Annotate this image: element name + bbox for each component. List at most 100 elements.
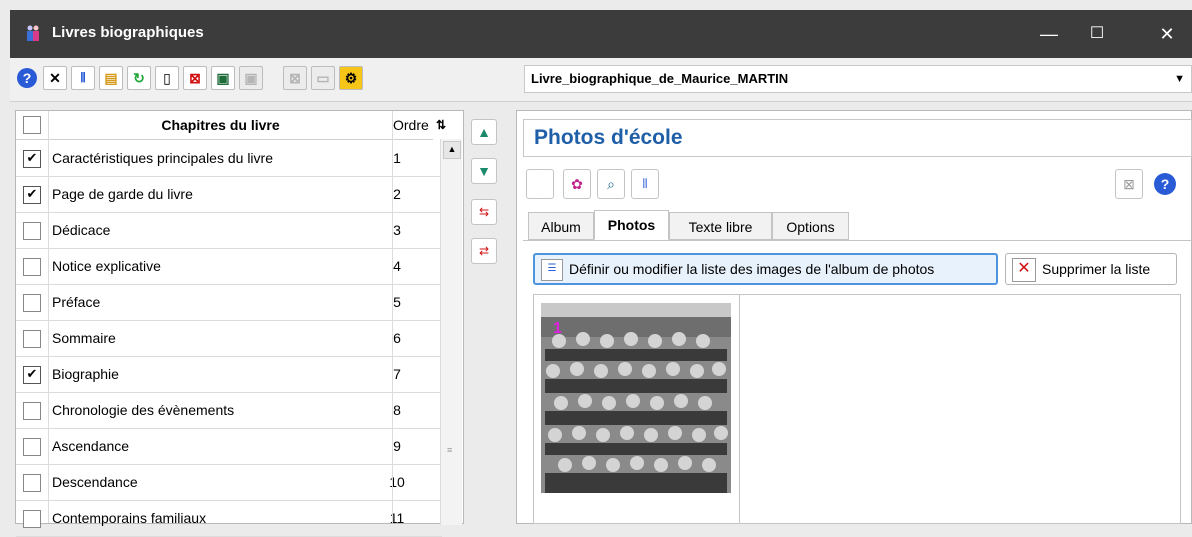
chapter-label: Caractéristiques principales du livre: [52, 150, 273, 166]
table-row[interactable]: Préface 5: [16, 284, 442, 321]
tab-options[interactable]: Options: [772, 212, 849, 240]
chapter-label: Notice explicative: [52, 258, 161, 274]
open-folder-icon[interactable]: ▤: [99, 66, 123, 90]
table-row[interactable]: Dédicace 3: [16, 212, 442, 249]
chapter-label: Dédicace: [52, 222, 111, 238]
minimize-button[interactable]: —: [1026, 10, 1072, 58]
chapter-checkbox[interactable]: [23, 330, 41, 348]
tab-strip-line: [523, 240, 1192, 241]
toolbar: ? ✕ ⫼ ▤ ↻ ▯ ⊠ ▣ ▣ ⊠ ▭ ⚙ Livre_biographiq…: [10, 58, 1192, 102]
save-disabled-icon: ▣: [239, 66, 263, 90]
help-icon[interactable]: ?: [15, 66, 39, 90]
chapter-order: 8: [393, 402, 401, 418]
define-album-label: Définir ou modifier la liste des images …: [569, 261, 935, 277]
scrollbar[interactable]: ▲ ≡: [440, 139, 462, 525]
delete-list-icon: ✕: [1012, 258, 1036, 282]
chapter-label: Sommaire: [52, 330, 116, 346]
scroll-up-arrow[interactable]: ▲: [443, 141, 461, 159]
header-checkbox-cell: [16, 111, 49, 140]
close-button[interactable]: ✕: [1144, 10, 1190, 58]
window-title: Livres biographiques: [52, 24, 204, 41]
delete-list-label: Supprimer la liste: [1042, 261, 1151, 277]
chapter-order: 1: [393, 150, 401, 166]
scroll-grip-icon[interactable]: ≡: [447, 445, 455, 457]
save-icon[interactable]: ▣: [211, 66, 235, 90]
gear-icon[interactable]: ⚙: [339, 66, 363, 90]
table-row[interactable]: ✔ Caractéristiques principales du livre 1: [16, 140, 442, 177]
table-row[interactable]: Sommaire 6: [16, 320, 442, 357]
tab-texte-libre[interactable]: Texte libre: [669, 212, 772, 240]
panel-title: Photos d'école: [523, 119, 1192, 157]
table-row[interactable]: Contemporains familiaux 11: [16, 500, 442, 537]
blank-button[interactable]: [526, 169, 554, 199]
chapter-label: Préface: [52, 294, 101, 310]
chapter-checkbox[interactable]: ✔: [23, 186, 41, 204]
chapter-label: Chronologie des évènements: [52, 402, 235, 418]
move-up-button[interactable]: ▲: [471, 119, 497, 145]
chapter-order: 10: [389, 474, 405, 490]
preview-icon[interactable]: ⌕: [597, 169, 625, 199]
table-row[interactable]: Ascendance 9: [16, 428, 442, 465]
tab-album[interactable]: Album: [528, 212, 594, 240]
chapter-order: 6: [393, 330, 401, 346]
insert-before-button[interactable]: ⇄: [471, 238, 497, 264]
move-down-button[interactable]: ▼: [471, 158, 497, 184]
table-row[interactable]: Chronologie des évènements 8: [16, 392, 442, 429]
tools-icon[interactable]: ✕: [43, 66, 67, 90]
new-page-icon[interactable]: ▯: [155, 66, 179, 90]
chapter-checkbox[interactable]: ✔: [23, 366, 41, 384]
chapter-order: 4: [393, 258, 401, 274]
chapter-label: Descendance: [52, 474, 138, 490]
settings-sliders-icon[interactable]: ⫼: [71, 66, 95, 90]
photo-number: 1: [553, 320, 562, 337]
list-icon: ☰: [541, 259, 563, 281]
chapter-checkbox[interactable]: [23, 294, 41, 312]
chapter-checkbox[interactable]: [23, 510, 41, 528]
close-disabled-icon: ⊠: [1115, 169, 1143, 199]
help-icon[interactable]: ?: [1151, 169, 1179, 199]
app-people-icon: [27, 25, 39, 41]
delete-icon[interactable]: ⊠: [183, 66, 207, 90]
school-class-photo[interactable]: 1: [541, 303, 731, 493]
table-row[interactable]: Notice explicative 4: [16, 248, 442, 285]
chapter-checkbox[interactable]: [23, 258, 41, 276]
column-divider: [392, 111, 393, 523]
book-select[interactable]: Livre_biographique_de_Maurice_MARTIN ▼: [524, 65, 1192, 93]
column-header-order[interactable]: Ordre: [393, 111, 433, 140]
select-all-checkbox[interactable]: [23, 116, 41, 134]
chapter-label: Page de garde du livre: [52, 186, 193, 202]
maximize-button[interactable]: ☐: [1074, 10, 1120, 58]
chapters-grid: Chapitres du livre Ordre ⇅ ✔ Caractéristi…: [15, 110, 464, 537]
table-row[interactable]: ✔ Biographie 7: [16, 356, 442, 393]
chapter-checkbox[interactable]: [23, 474, 41, 492]
delete-list-button[interactable]: ✕ Supprimer la liste: [1005, 253, 1177, 285]
chapter-order: 7: [393, 366, 401, 382]
chapter-checkbox[interactable]: ✔: [23, 150, 41, 168]
chapter-checkbox[interactable]: [23, 222, 41, 240]
chapter-order: 9: [393, 438, 401, 454]
table-row[interactable]: Descendance 10: [16, 464, 442, 501]
svg-text:?: ?: [1161, 176, 1170, 192]
chevron-down-icon: ▼: [1174, 73, 1185, 85]
chapter-order: 3: [393, 222, 401, 238]
flower-icon[interactable]: ✿: [563, 169, 591, 199]
book-select-value: Livre_biographique_de_Maurice_MARTIN: [531, 71, 789, 86]
settings-sliders-icon[interactable]: ⫼: [631, 169, 659, 199]
chapter-label: Ascendance: [52, 438, 130, 454]
sort-icon[interactable]: ⇅: [436, 111, 456, 139]
insert-after-button[interactable]: ⇆: [471, 199, 497, 225]
column-divider: [48, 111, 49, 523]
chapter-checkbox[interactable]: [23, 402, 41, 420]
column-header-chapters[interactable]: Chapitres du livre: [49, 111, 393, 140]
chapter-order: 5: [393, 294, 401, 310]
define-album-button[interactable]: ☰ Définir ou modifier la liste des image…: [533, 253, 998, 285]
svg-text:?: ?: [23, 70, 32, 86]
title-bar: Livres biographiques — ☐ ✕: [10, 10, 1192, 58]
tab-photos[interactable]: Photos: [594, 210, 669, 240]
minus-disabled-icon: ▭: [311, 66, 335, 90]
chapter-label: Biographie: [52, 366, 119, 382]
close-disabled-icon: ⊠: [283, 66, 307, 90]
table-row[interactable]: ✔ Page de garde du livre 2: [16, 176, 442, 213]
chapter-checkbox[interactable]: [23, 438, 41, 456]
refresh-icon[interactable]: ↻: [127, 66, 151, 90]
